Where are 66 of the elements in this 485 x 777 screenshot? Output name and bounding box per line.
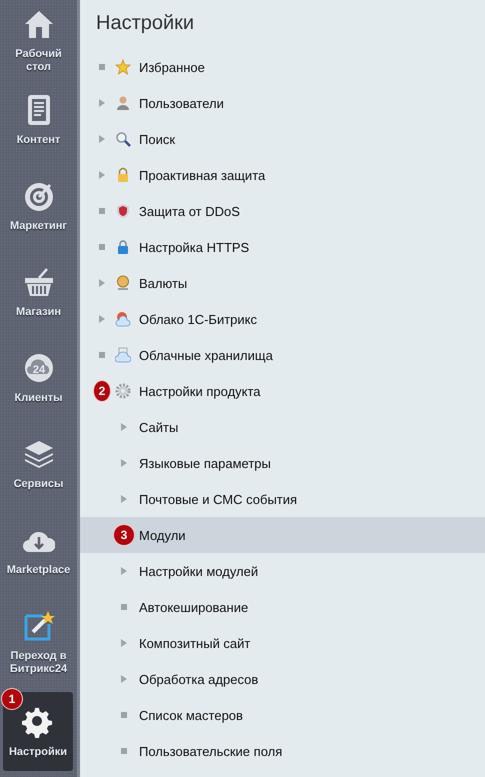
sidebar-item[interactable]: Магазин xyxy=(0,258,77,344)
menu-item[interactable]: Облачные хранилища xyxy=(80,337,485,373)
bullet-icon xyxy=(121,712,127,718)
menu-item[interactable]: Поиск xyxy=(80,121,485,157)
expand-arrow-icon[interactable] xyxy=(121,459,127,467)
expand-arrow-icon[interactable] xyxy=(121,675,127,683)
bullet-icon xyxy=(99,64,105,70)
expand-arrow-icon[interactable] xyxy=(121,639,127,647)
home-icon xyxy=(22,8,54,40)
bullet-icon xyxy=(99,208,105,214)
menu-item[interactable]: Избранное xyxy=(80,49,485,85)
layers-icon xyxy=(22,438,54,470)
star-icon xyxy=(115,59,131,75)
menu-item[interactable]: 2 Настройки продукта xyxy=(80,373,485,409)
expand-arrow-icon[interactable] xyxy=(99,135,105,143)
step-badge: 3 xyxy=(114,525,134,545)
user-icon xyxy=(115,95,131,111)
menu-item[interactable]: Облако 1С-Битрикс xyxy=(80,301,485,337)
menu-item[interactable]: Проактивная защита xyxy=(80,157,485,193)
coin-icon xyxy=(115,275,131,291)
settings-icon xyxy=(22,706,54,738)
sidebar-item[interactable]: Marketplace xyxy=(0,516,77,602)
shield-icon xyxy=(115,203,131,219)
sidebar-item[interactable]: Контент xyxy=(0,86,77,172)
bullet-icon xyxy=(121,604,127,610)
menu-item[interactable]: Валюты xyxy=(80,265,485,301)
menu-item[interactable]: Почтовые и СМС события xyxy=(80,481,485,517)
lock-icon xyxy=(115,167,131,183)
page-title: Настройки xyxy=(96,11,196,36)
bullet-icon xyxy=(99,352,105,358)
sidebar-item[interactable]: Переход в Битрикс24 xyxy=(0,602,77,688)
menu-item[interactable]: Автокеширование xyxy=(80,589,485,625)
magic-wand-icon xyxy=(22,610,54,642)
expand-arrow-icon[interactable] xyxy=(99,99,105,107)
menu-item[interactable]: 3 Модули xyxy=(80,517,485,553)
menu-item[interactable]: Композитный сайт xyxy=(80,625,485,661)
expand-arrow-icon[interactable] xyxy=(121,495,127,503)
cloud-storage-icon xyxy=(115,347,131,363)
sidebar-item[interactable]: Рабочий стол xyxy=(0,0,77,86)
menu-item[interactable]: Пользовательские поля xyxy=(80,733,485,769)
menu-item[interactable]: Сайты xyxy=(80,409,485,445)
menu-item[interactable]: Языковые параметры xyxy=(80,445,485,481)
menu-item[interactable]: Пользователи xyxy=(80,85,485,121)
cloud-icon xyxy=(115,311,131,327)
padlock-icon xyxy=(115,239,131,255)
menu-item[interactable]: Защита от DDoS xyxy=(80,193,485,229)
bullet-icon xyxy=(121,748,127,754)
expand-arrow-icon[interactable] xyxy=(99,315,105,323)
sidebar-item[interactable]: Сервисы xyxy=(0,430,77,516)
expand-arrow-icon[interactable] xyxy=(99,171,105,179)
menu-item[interactable]: Настройки модулей xyxy=(80,553,485,589)
cloud-icon: 24 xyxy=(22,352,54,384)
step-badge: 2 xyxy=(94,381,110,401)
search-icon xyxy=(115,131,131,147)
bullet-icon xyxy=(99,244,105,250)
expand-arrow-icon[interactable] xyxy=(121,423,127,431)
expand-arrow-icon[interactable] xyxy=(99,279,105,287)
menu-item[interactable]: Список мастеров xyxy=(80,697,485,733)
sidebar-item[interactable]: Маркетинг xyxy=(0,172,77,258)
menu-item[interactable]: Настройка HTTPS xyxy=(80,229,485,265)
step-badge: 1 xyxy=(2,689,22,709)
expand-arrow-icon[interactable] xyxy=(121,567,127,575)
basket-icon xyxy=(22,266,54,298)
sidebar-item[interactable]: 24 Клиенты xyxy=(0,344,77,430)
target-icon xyxy=(22,180,54,212)
menu-item[interactable]: Обработка адресов xyxy=(80,661,485,697)
